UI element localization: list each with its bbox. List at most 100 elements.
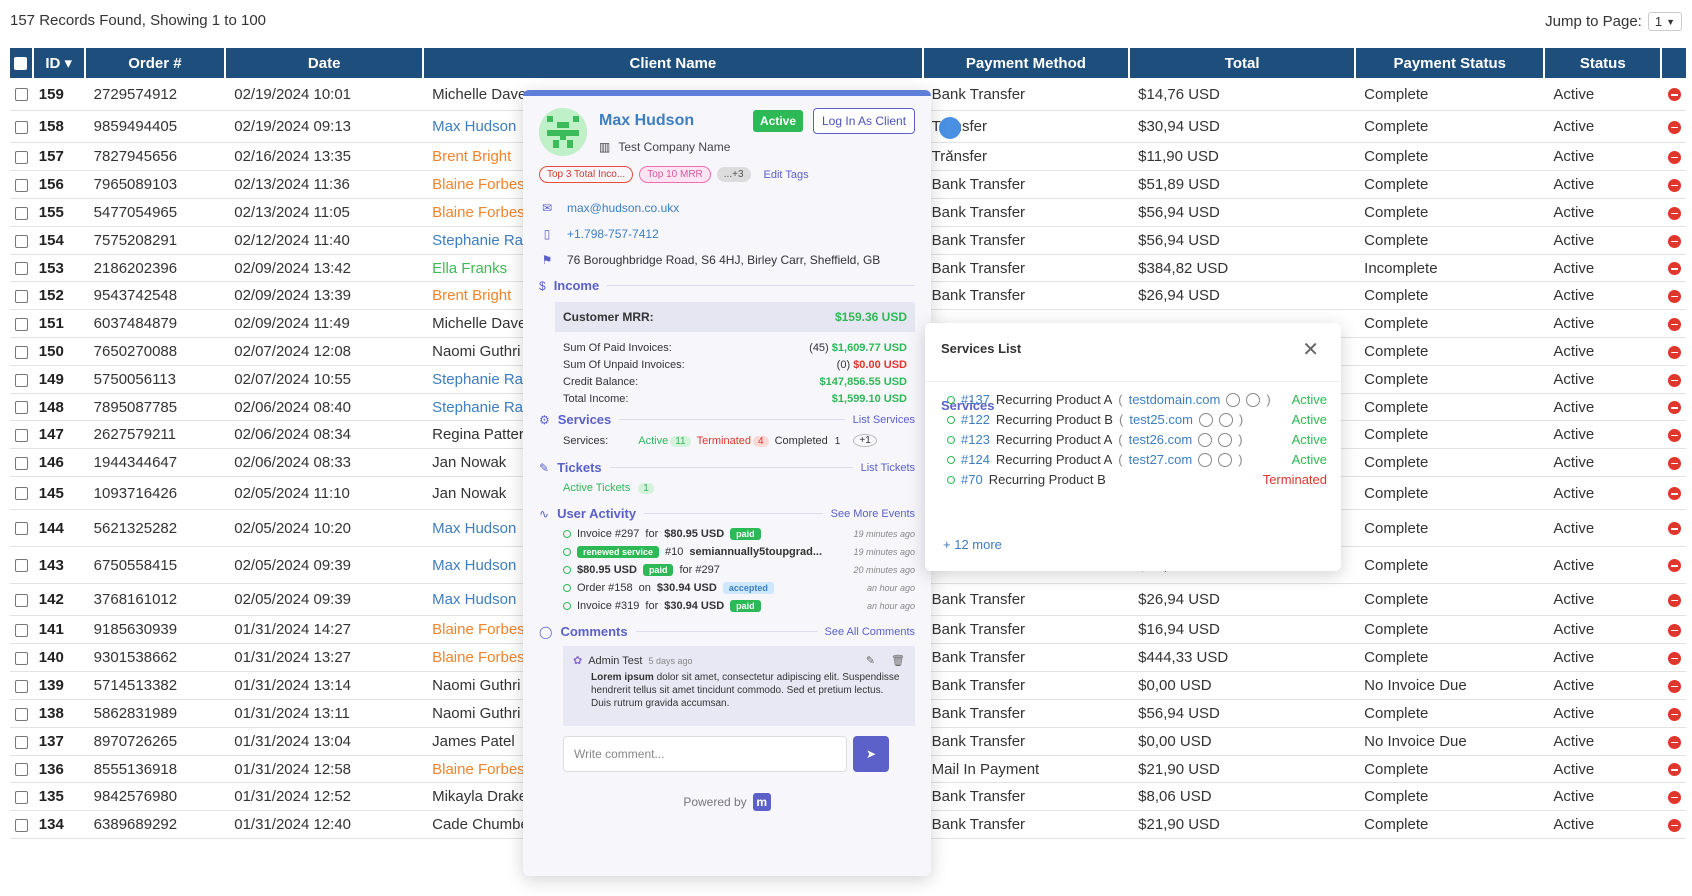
client-name-link[interactable]: Stephanie Rar [432,399,528,416]
row-checkbox-cell[interactable] [10,672,34,700]
row-checkbox[interactable] [15,345,29,359]
row-checkbox-cell[interactable] [10,394,34,421]
row-order[interactable]: 9301538662 [85,644,227,672]
more-services-link[interactable]: + 12 more [943,537,1002,552]
delete-icon[interactable] [1667,317,1681,331]
col-payment-status[interactable]: Payment Status [1356,48,1546,78]
row-delete[interactable] [1662,78,1686,111]
service-domain-link[interactable]: testdomain.com [1129,392,1221,407]
delete-icon[interactable] [1667,289,1681,303]
row-delete[interactable] [1662,547,1686,584]
row-delete[interactable] [1662,310,1686,338]
client-name[interactable]: Max Hudson [599,112,694,130]
row-delete[interactable] [1662,700,1686,728]
globe-icon[interactable] [1218,452,1233,467]
client-name-link[interactable]: Ella Franks [432,260,507,277]
client-name-link[interactable]: Max Hudson [432,591,516,608]
row-checkbox[interactable] [15,679,29,693]
row-order[interactable]: 5750056113 [85,366,227,394]
row-checkbox[interactable] [15,522,29,536]
row-checkbox-cell[interactable] [10,338,34,366]
row-checkbox[interactable] [15,735,29,749]
row-checkbox-cell[interactable] [10,510,34,547]
globe-icon[interactable] [1218,432,1233,447]
row-checkbox-cell[interactable] [10,547,34,584]
row-id[interactable]: 144 [33,510,86,547]
row-order[interactable]: 3768161012 [85,584,227,616]
delete-icon[interactable] [1667,487,1681,501]
row-checkbox[interactable] [15,373,29,387]
globe-icon[interactable] [1246,392,1261,407]
row-checkbox-cell[interactable] [10,728,34,756]
col-id[interactable]: ID ▾ [33,48,86,78]
delete-icon[interactable] [1667,651,1681,665]
row-order[interactable]: 7895087785 [85,394,227,421]
delete-icon[interactable] [1667,401,1681,415]
row-delete[interactable] [1662,394,1686,421]
row-delete[interactable] [1662,644,1686,672]
row-order[interactable]: 1093716426 [85,477,227,510]
row-id[interactable]: 150 [33,338,86,366]
client-name-link[interactable]: Blaine Forbes [432,176,525,193]
row-order[interactable]: 5714513382 [85,672,227,700]
send-button[interactable]: ➤ [853,736,889,772]
delete-icon[interactable] [1667,150,1681,164]
row-delete[interactable] [1662,143,1686,171]
row-id[interactable]: 155 [33,199,86,227]
row-id[interactable]: 136 [33,756,86,783]
row-id[interactable]: 147 [33,421,86,449]
row-delete[interactable] [1662,171,1686,199]
delete-icon[interactable] [1667,262,1681,276]
row-checkbox-cell[interactable] [10,143,34,171]
eye-icon[interactable] [1198,432,1213,447]
row-checkbox[interactable] [15,707,29,721]
delete-icon[interactable] [1667,763,1681,777]
email-link[interactable]: max@hudson.co.ukx [567,201,679,215]
page-select[interactable]: 1 ▼ [1647,12,1682,31]
delete-icon[interactable] [1667,623,1681,637]
client-name-link[interactable]: Jan Nowak [432,485,506,502]
row-order[interactable]: 2627579211 [85,421,227,449]
delete-icon[interactable] [1667,790,1681,804]
row-order[interactable]: 5621325282 [85,510,227,547]
row-checkbox[interactable] [15,623,29,637]
list-tickets-link[interactable]: List Tickets [861,462,915,474]
row-checkbox-cell[interactable] [10,477,34,510]
row-id[interactable]: 135 [33,783,86,811]
client-name-link[interactable]: James Patel [432,733,515,750]
row-checkbox[interactable] [15,401,29,415]
row-order[interactable]: 9543742548 [85,282,227,310]
row-checkbox-cell[interactable] [10,584,34,616]
login-as-client-button[interactable]: Log In As Client [813,108,916,134]
row-id[interactable]: 137 [33,728,86,756]
row-checkbox-cell[interactable] [10,449,34,477]
phone-link[interactable]: +1.798-757-7412 [567,227,659,241]
list-services-link[interactable]: List Services [853,414,915,426]
delete-icon[interactable] [1667,679,1681,693]
row-id[interactable]: 152 [33,282,86,310]
row-checkbox[interactable] [15,234,29,248]
col-payment[interactable]: Payment Method [923,48,1131,78]
row-checkbox-cell[interactable] [10,756,34,783]
row-id[interactable]: 143 [33,547,86,584]
row-order[interactable]: 5862831989 [85,700,227,728]
eye-icon[interactable] [1198,452,1213,467]
svc-active[interactable]: Active 11 [638,435,691,447]
see-all-comments-link[interactable]: See All Comments [825,626,915,638]
row-id[interactable]: 151 [33,310,86,338]
client-name-link[interactable]: Blaine Forbes [432,204,525,221]
row-checkbox[interactable] [15,593,29,607]
delete-icon[interactable] [1667,373,1681,387]
row-checkbox-cell[interactable] [10,644,34,672]
row-delete[interactable] [1662,421,1686,449]
col-total[interactable]: Total [1130,48,1357,78]
row-checkbox[interactable] [15,763,29,777]
client-name-link[interactable]: Blaine Forbes [432,649,525,666]
client-name-link[interactable]: Max Hudson [432,118,516,135]
service-id-link[interactable]: #137 [961,392,990,407]
delete-icon[interactable] [1667,559,1681,573]
client-name-link[interactable]: Regina Patter [432,426,524,443]
col-date[interactable]: Date [226,48,425,78]
row-id[interactable]: 158 [33,111,86,143]
ev-text[interactable]: Order #158 [577,582,633,594]
